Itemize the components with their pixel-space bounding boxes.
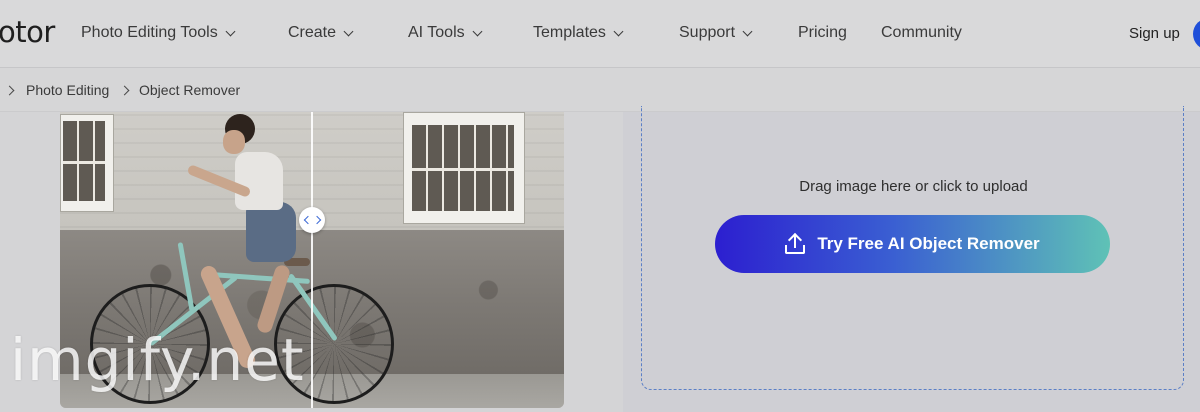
- chevron-right-icon: [4, 85, 15, 96]
- nav-item-label: AI Tools: [408, 24, 465, 41]
- chevron-down-icon: [742, 26, 753, 36]
- chevron-left-icon: [303, 215, 312, 225]
- compare-divider-line[interactable]: [311, 112, 313, 408]
- breadcrumb-item-photo-editing[interactable]: Photo Editing: [26, 82, 109, 98]
- nav-community[interactable]: Community: [881, 24, 962, 42]
- nav-item-label: Photo Editing Tools: [81, 24, 218, 41]
- brand-logo[interactable]: otor: [0, 15, 55, 49]
- nav-item-label: Support: [679, 24, 736, 41]
- nav-item-label: Templates: [533, 24, 606, 41]
- demo-window-left: [60, 114, 114, 212]
- demo-person-overalls: [246, 202, 296, 262]
- nav-support[interactable]: Support: [679, 24, 753, 42]
- upload-icon: [785, 232, 806, 254]
- try-free-object-remover-button[interactable]: Try Free AI Object Remover: [715, 215, 1110, 273]
- upload-dropzone[interactable]: Drag image here or click to upload Try F…: [641, 106, 1184, 390]
- chevron-right-icon: [312, 215, 321, 225]
- compare-slider-icon[interactable]: [299, 207, 325, 233]
- nav-pricing[interactable]: Pricing: [798, 24, 847, 42]
- demo-person-face: [223, 130, 245, 154]
- signup-link[interactable]: Sign up: [1129, 25, 1180, 42]
- watermark: imgify.net: [10, 326, 305, 394]
- nav-templates[interactable]: Templates: [533, 24, 624, 42]
- nav-ai-tools[interactable]: AI Tools: [408, 24, 483, 42]
- chevron-down-icon: [343, 26, 354, 36]
- upload-button-label: Try Free AI Object Remover: [817, 234, 1040, 253]
- nav-item-label: Pricing: [798, 24, 847, 41]
- nav-photo-editing-tools[interactable]: Photo Editing Tools: [81, 24, 236, 42]
- nav-item-label: Create: [288, 24, 337, 41]
- chevron-down-icon: [225, 26, 236, 36]
- breadcrumb-item-object-remover: Object Remover: [139, 82, 241, 98]
- demo-window-right: [403, 112, 525, 224]
- chevron-right-icon: [119, 85, 130, 96]
- avatar[interactable]: [1193, 18, 1200, 50]
- nav-create[interactable]: Create: [288, 24, 354, 42]
- upload-panel: Drag image here or click to upload Try F…: [623, 106, 1200, 412]
- dropzone-hint: Drag image here or click to upload: [799, 178, 1028, 195]
- top-nav: otor Photo Editing Tools Create AI Tools…: [0, 0, 1200, 68]
- nav-item-label: Community: [881, 24, 962, 41]
- chevron-down-icon: [613, 26, 624, 36]
- demo-person-shirt: [235, 152, 283, 210]
- chevron-down-icon: [472, 26, 483, 36]
